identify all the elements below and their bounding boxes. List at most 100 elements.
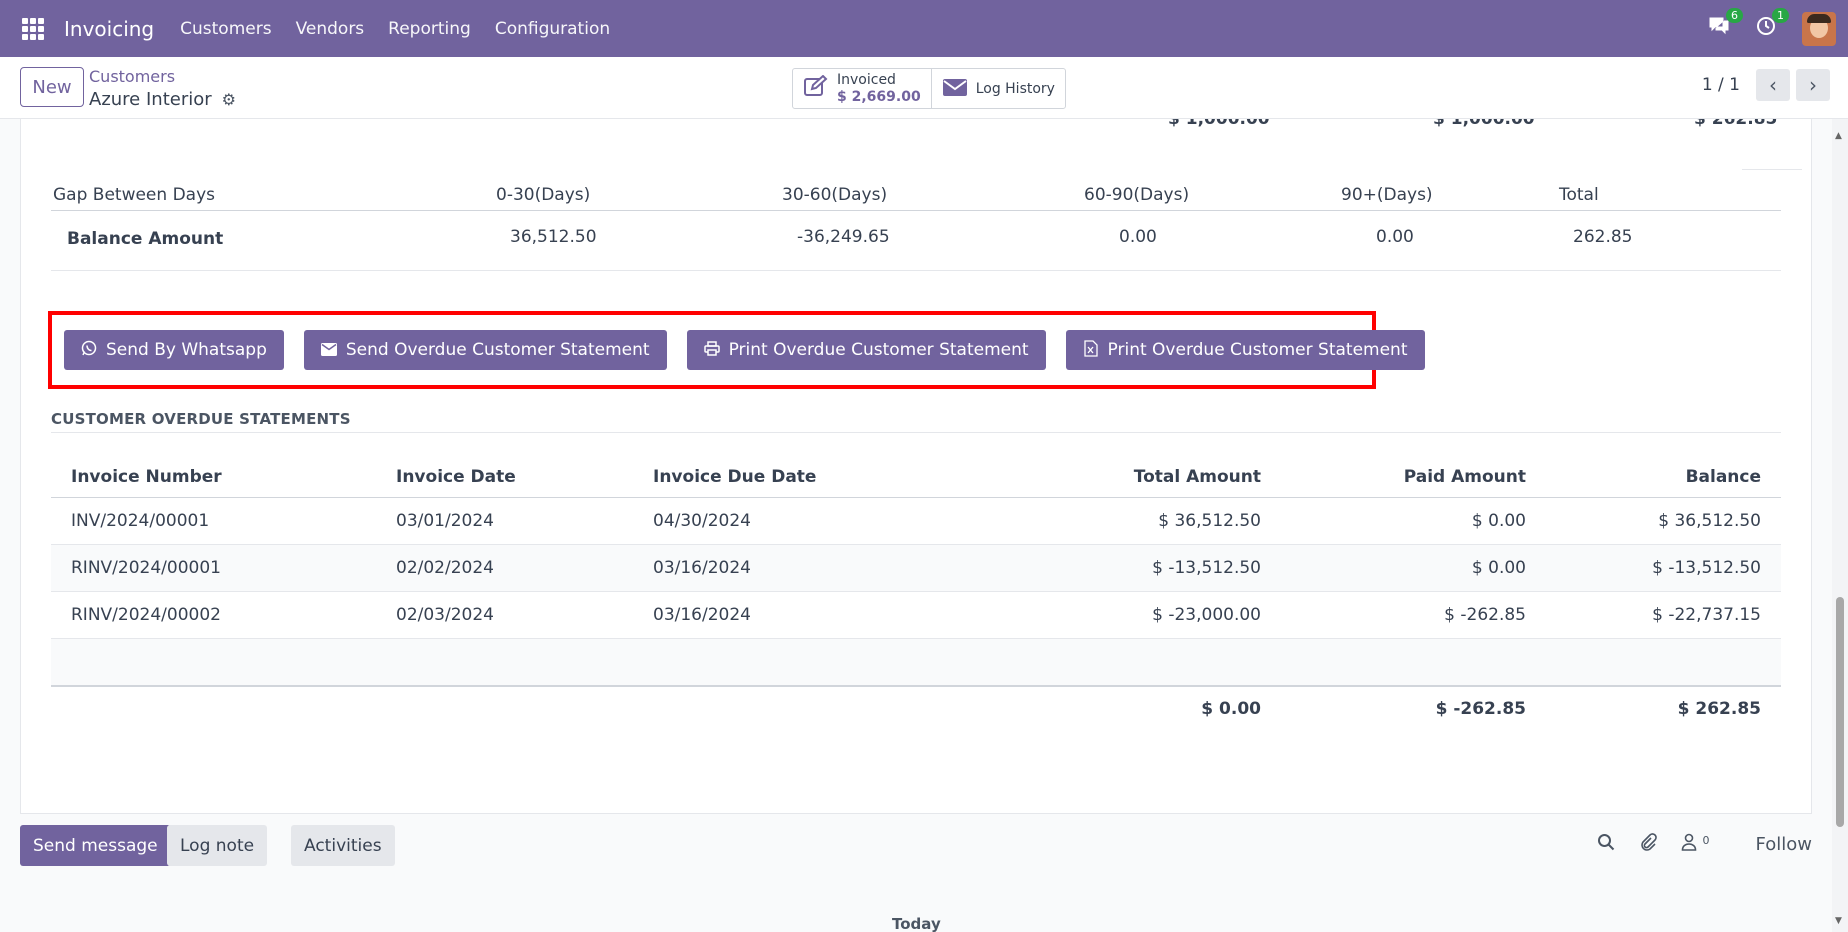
form-sheet: $ 1,000.00 $ 1,000.00 $ 262.85 Gap Betwe… xyxy=(20,119,1812,814)
print-icon xyxy=(703,340,720,360)
send-whatsapp-button[interactable]: Send By Whatsapp xyxy=(64,330,284,370)
cell-paid-amount: $ 0.00 xyxy=(1471,558,1526,578)
cell-invoice-number: RINV/2024/00002 xyxy=(71,605,221,625)
pager-next-button[interactable]: › xyxy=(1796,69,1830,101)
log-note-button[interactable]: Log note xyxy=(167,825,268,866)
col-balance[interactable]: Balance xyxy=(1686,467,1761,487)
print-overdue-statement-excel-label: Print Overdue Customer Statement xyxy=(1107,340,1408,360)
user-icon xyxy=(1681,833,1703,856)
log-history-label: Log History xyxy=(975,80,1055,97)
print-overdue-statement-excel-button[interactable]: Print Overdue Customer Statement xyxy=(1065,330,1425,370)
date-separator: Today xyxy=(892,915,941,932)
messages-icon[interactable]: 6 xyxy=(1708,8,1743,41)
col-paid-amount[interactable]: Paid Amount xyxy=(1404,467,1526,487)
invoiced-label: Invoiced xyxy=(837,71,896,88)
aging-col-total: Total xyxy=(1559,185,1599,205)
menu-customers[interactable]: Customers xyxy=(180,19,271,39)
aging-col-0-30: 0-30(Days) xyxy=(496,185,591,205)
menu-reporting[interactable]: Reporting xyxy=(388,19,471,39)
envelope-icon xyxy=(320,341,337,360)
paperclip-icon[interactable] xyxy=(1639,833,1657,856)
col-invoice-date[interactable]: Invoice Date xyxy=(396,467,516,487)
col-invoice-due-date[interactable]: Invoice Due Date xyxy=(653,467,816,487)
scroll-thumb[interactable] xyxy=(1836,597,1844,827)
log-history-button[interactable]: Log History xyxy=(930,69,1065,108)
top-navbar: Invoicing Customers Vendors Reporting Co… xyxy=(0,0,1848,57)
user-avatar[interactable] xyxy=(1802,11,1836,46)
record-name: Azure Interior xyxy=(89,89,212,110)
partial-value: $ 1,000.00 xyxy=(1168,119,1270,129)
total-amount-sum: $ 0.00 xyxy=(1201,699,1261,719)
table-header: Invoice Number Invoice Date Invoice Due … xyxy=(51,456,1781,498)
aging-value: 0.00 xyxy=(1119,227,1157,247)
smart-buttons: Invoiced $ 2,669.00 Log History xyxy=(792,68,1066,109)
table-row[interactable]: RINV/2024/00001 02/02/2024 03/16/2024 $ … xyxy=(51,545,1781,592)
scroll-down-icon[interactable]: ▼ xyxy=(1835,916,1842,926)
table-row[interactable]: INV/2024/00001 03/01/2024 04/30/2024 $ 3… xyxy=(51,498,1781,545)
col-total-amount[interactable]: Total Amount xyxy=(1134,467,1261,487)
table-row[interactable]: RINV/2024/00002 02/03/2024 03/16/2024 $ … xyxy=(51,592,1781,639)
search-icon[interactable] xyxy=(1597,833,1615,856)
aging-col-gap: Gap Between Days xyxy=(53,185,215,205)
activity-clock-icon[interactable]: 1 xyxy=(1756,8,1789,41)
breadcrumb-customers[interactable]: Customers xyxy=(89,67,175,86)
activity-badge: 1 xyxy=(1772,8,1789,23)
gear-icon[interactable]: ⚙ xyxy=(222,90,236,109)
follow-button[interactable]: Follow xyxy=(1756,834,1812,855)
aging-value: -36,249.65 xyxy=(797,227,890,247)
aging-col-90-plus: 90+(Days) xyxy=(1341,185,1433,205)
pager-value[interactable]: 1 / 1 xyxy=(1702,75,1740,95)
balance-sum: $ 262.85 xyxy=(1677,699,1761,719)
print-overdue-statement-pdf-button[interactable]: Print Overdue Customer Statement xyxy=(686,330,1046,370)
app-grid-icon[interactable] xyxy=(22,17,44,40)
scroll-up-icon[interactable]: ▲ xyxy=(1835,131,1842,141)
cell-paid-amount: $ 0.00 xyxy=(1471,511,1526,531)
cell-total-amount: $ 36,512.50 xyxy=(1158,511,1261,531)
cell-due-date: 03/16/2024 xyxy=(653,558,751,578)
partial-value: $ 262.85 xyxy=(1694,119,1778,129)
app-title[interactable]: Invoicing xyxy=(64,17,154,41)
paid-amount-sum: $ -262.85 xyxy=(1435,699,1526,719)
section-divider xyxy=(51,432,1781,433)
aging-col-60-90: 60-90(Days) xyxy=(1084,185,1190,205)
activities-button[interactable]: Activities xyxy=(291,825,395,866)
table-footer-totals: $ 0.00 $ -262.85 $ 262.85 xyxy=(51,687,1781,731)
cell-balance: $ -22,737.15 xyxy=(1652,605,1761,625)
pager-previous-button[interactable]: ‹ xyxy=(1756,69,1790,101)
print-overdue-statement-label: Print Overdue Customer Statement xyxy=(728,340,1029,360)
send-message-button[interactable]: Send message xyxy=(20,825,171,866)
aging-value: 262.85 xyxy=(1573,227,1633,247)
menu-configuration[interactable]: Configuration xyxy=(495,19,610,39)
send-overdue-statement-label: Send Overdue Customer Statement xyxy=(345,340,650,360)
cell-paid-amount: $ -262.85 xyxy=(1444,605,1526,625)
chatter-tools: 0 Follow xyxy=(1597,833,1812,856)
aging-value: 36,512.50 xyxy=(510,227,597,247)
menu-vendors[interactable]: Vendors xyxy=(296,19,365,39)
followers-count: 0 xyxy=(1702,834,1710,847)
empty-row xyxy=(51,639,1781,687)
control-panel: New Customers Azure Interior ⚙ Invoiced … xyxy=(0,57,1848,119)
col-invoice-number[interactable]: Invoice Number xyxy=(71,467,222,487)
envelope-icon xyxy=(942,75,968,103)
partial-totals-row: $ 1,000.00 $ 1,000.00 $ 262.85 xyxy=(21,119,1811,137)
balance-amount-label: Balance Amount xyxy=(67,229,224,249)
aging-balance-row: Balance Amount 36,512.50 -36,249.65 0.00… xyxy=(51,211,1781,271)
edit-icon xyxy=(803,74,829,103)
pager: 1 / 1 ‹ › xyxy=(1702,69,1830,101)
cell-balance: $ 36,512.50 xyxy=(1658,511,1761,531)
invoiced-smart-button[interactable]: Invoiced $ 2,669.00 xyxy=(793,69,931,108)
cell-balance: $ -13,512.50 xyxy=(1652,558,1761,578)
cell-due-date: 03/16/2024 xyxy=(653,605,751,625)
cell-invoice-date: 02/03/2024 xyxy=(396,605,494,625)
cell-invoice-number: RINV/2024/00001 xyxy=(71,558,221,578)
new-button[interactable]: New xyxy=(20,67,84,107)
aging-header: Gap Between Days 0-30(Days) 30-60(Days) … xyxy=(51,181,1781,211)
followers-button[interactable]: 0 xyxy=(1681,833,1710,856)
breadcrumb-current: Azure Interior ⚙ xyxy=(89,89,236,110)
send-overdue-statement-button[interactable]: Send Overdue Customer Statement xyxy=(303,330,667,370)
cell-due-date: 04/30/2024 xyxy=(653,511,751,531)
divider xyxy=(1742,169,1802,170)
page-scrollbar[interactable]: ▲ ▼ xyxy=(1832,119,1848,932)
send-whatsapp-label: Send By Whatsapp xyxy=(106,340,267,360)
invoiced-value: $ 2,669.00 xyxy=(837,88,921,105)
